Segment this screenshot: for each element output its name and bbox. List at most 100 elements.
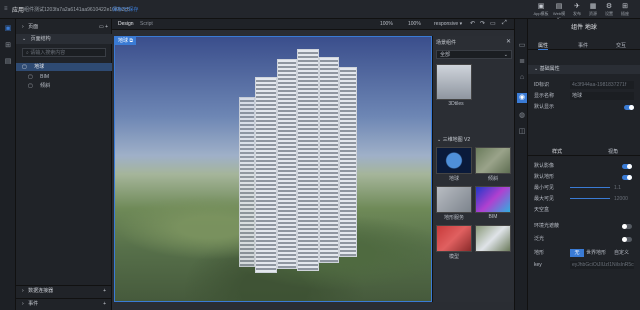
terrain-option-custom[interactable]: 自定义: [614, 249, 629, 257]
tab-interaction[interactable]: 交互: [616, 42, 626, 49]
section-map-header[interactable]: ⌄ 三维地图 V2: [435, 136, 513, 144]
add-icon[interactable]: +: [103, 299, 106, 309]
bim-thumbnail[interactable]: [475, 186, 511, 213]
settings-icon: ⚙: [605, 3, 613, 10]
bim-thumb-label: BIM: [488, 214, 498, 220]
tab-view[interactable]: 视角: [608, 148, 618, 155]
earth-viewport[interactable]: 地球 ⧉: [114, 36, 432, 302]
tab-design[interactable]: Design: [118, 21, 134, 27]
undo-icon[interactable]: ↶: [470, 20, 475, 27]
min-visible-row: 最小可见 1.1: [534, 185, 621, 191]
save-status-link[interactable]: 保存/已保存: [112, 6, 138, 13]
web-icon: ▤: [555, 3, 563, 10]
default-imagery-toggle[interactable]: [622, 164, 632, 169]
building-tower: [239, 97, 255, 267]
3dtiles-thumbnail[interactable]: [436, 64, 472, 100]
pages-icon[interactable]: ▣: [3, 24, 13, 34]
fullscreen-icon[interactable]: ⤢: [502, 20, 507, 27]
redo-icon[interactable]: ↷: [480, 20, 485, 27]
chevron-down-icon: ⌄: [534, 66, 539, 72]
tree-item-earth[interactable]: ▢ 地球: [16, 63, 112, 71]
oblique-thumbnail[interactable]: [475, 147, 511, 174]
section-basic-header[interactable]: ⌄ 基础属性: [528, 65, 640, 74]
publish-icon: ✈: [574, 3, 580, 10]
earth-thumbnail[interactable]: [436, 147, 472, 174]
cube-icon[interactable]: ◫: [517, 127, 527, 137]
close-icon[interactable]: ✕: [506, 38, 511, 45]
tab-style[interactable]: 样式: [552, 148, 562, 155]
3dtiles-label: 3Dtiles: [448, 101, 464, 107]
chevron-right-icon: ›: [22, 301, 24, 307]
app-template-button[interactable]: ▣ App模板: [533, 2, 549, 17]
event-header[interactable]: › 事件 +: [16, 298, 112, 308]
tree-search-input[interactable]: ⌕ 请输入搜索内容: [22, 48, 106, 57]
globe-icon[interactable]: ◍: [517, 111, 527, 121]
default-visible-toggle[interactable]: [624, 105, 634, 110]
add-page-icon[interactable]: ▭ +: [99, 22, 108, 32]
editor-toolbar: Design Script 100% 100% responsive ▾ ↶ ↷…: [112, 19, 514, 30]
bloom-row: 泛光: [534, 235, 634, 243]
category-select[interactable]: 全部 ⌄: [436, 50, 512, 59]
camera-icon[interactable]: ◉: [517, 93, 527, 103]
resource-icon: ▦: [589, 3, 597, 10]
model-thumbnail[interactable]: [436, 225, 472, 252]
properties-panel: 组件 地球 属性 事件 交互 ⌄ 基础属性 ID标识 4c3f944aa-198…: [528, 19, 640, 310]
default-imagery-row: 默认影像: [534, 162, 634, 170]
zoom-left[interactable]: 100%: [380, 21, 393, 27]
panel-tabs: 属性 事件 交互: [528, 39, 640, 50]
browser-title: 场景组件: [436, 40, 457, 46]
plugin-icon: ⊞: [622, 3, 628, 10]
building-tower: [297, 49, 319, 271]
terrain-option-world[interactable]: 世界地形: [586, 249, 606, 257]
page-icon: ▢: [22, 64, 27, 70]
data-connector-header[interactable]: › 数据连接器 +: [16, 285, 112, 295]
tab-events[interactable]: 事件: [578, 42, 588, 49]
settings-button[interactable]: ⚙ 设置: [601, 2, 617, 17]
max-visible-value: 12000: [614, 196, 628, 202]
resource-button[interactable]: ▦ 资源: [585, 2, 601, 17]
ambient-occlusion-toggle[interactable]: [622, 224, 632, 229]
min-visible-slider[interactable]: [570, 187, 610, 188]
tab-properties[interactable]: 属性: [538, 42, 549, 50]
publish-button[interactable]: ✈ 发布: [569, 2, 585, 17]
default-terrain-toggle[interactable]: [622, 175, 632, 180]
responsive-select[interactable]: responsive ▾: [434, 21, 462, 27]
left-panel: › 页面 ▭ + ⌄ 页面结构 ⌕ 请输入搜索内容 ▢ 地球 ▢ BIM ▢ 倾…: [16, 19, 112, 310]
tree-item-bim[interactable]: ▢ BIM: [24, 73, 112, 81]
monitor-icon[interactable]: ▭: [517, 41, 527, 51]
tag-icon[interactable]: ⌂: [517, 73, 527, 83]
terrain-row: 地形 无 世界地形 自定义: [534, 249, 630, 257]
pages-header[interactable]: › 页面 ▭ +: [16, 22, 112, 32]
page-icon: ▢: [28, 83, 33, 89]
name-field[interactable]: 地球: [570, 92, 634, 100]
min-visible-value: 1.1: [614, 185, 621, 191]
save-icon[interactable]: ▭: [490, 20, 496, 27]
right-icon-strip: ▭ ≣ ⌂ ◉ ◍ ◫: [514, 19, 528, 310]
model-thumb-label: 模型: [448, 254, 459, 260]
terrain-service-thumbnail[interactable]: [436, 186, 472, 213]
building-tower: [277, 59, 297, 269]
key-field[interactable]: eyJhbGciOiJIUzI1NiIsInR5cCI6: [570, 261, 634, 269]
skybox-row: 天空盒: [534, 207, 550, 213]
data-icon[interactable]: ▤: [3, 57, 13, 67]
terrain-option-none[interactable]: 无: [570, 249, 584, 257]
zoom-right[interactable]: 100%: [408, 21, 421, 27]
bloom-toggle[interactable]: [622, 237, 632, 242]
style-subtabs: 样式 视角: [528, 145, 640, 156]
copy-icon[interactable]: ⧉: [129, 38, 133, 44]
top-bar: ≡ 应用 组件测试1203fa7a2a6141aa9610422e10f0b3c…: [0, 0, 640, 22]
components-icon[interactable]: ⊞: [3, 41, 13, 51]
scene-thumbnail[interactable]: [475, 225, 511, 252]
menu-icon[interactable]: ≡: [4, 6, 8, 12]
tree-header[interactable]: ⌄ 页面结构: [16, 34, 112, 44]
tree-item-oblique[interactable]: ▢ 倾斜: [24, 82, 112, 90]
name-row: 显示名称 地球: [534, 92, 634, 100]
max-visible-slider[interactable]: [570, 198, 610, 199]
add-icon[interactable]: +: [103, 286, 106, 296]
layers-icon[interactable]: ≣: [517, 57, 527, 67]
app-title: 应用: [12, 8, 25, 14]
plugin-button[interactable]: ⊞ 插座: [617, 2, 633, 17]
id-field[interactable]: 4c3f944aa-1981837271f: [570, 81, 634, 89]
tab-script[interactable]: Script: [140, 21, 153, 27]
app-icon: ▣: [537, 3, 545, 10]
